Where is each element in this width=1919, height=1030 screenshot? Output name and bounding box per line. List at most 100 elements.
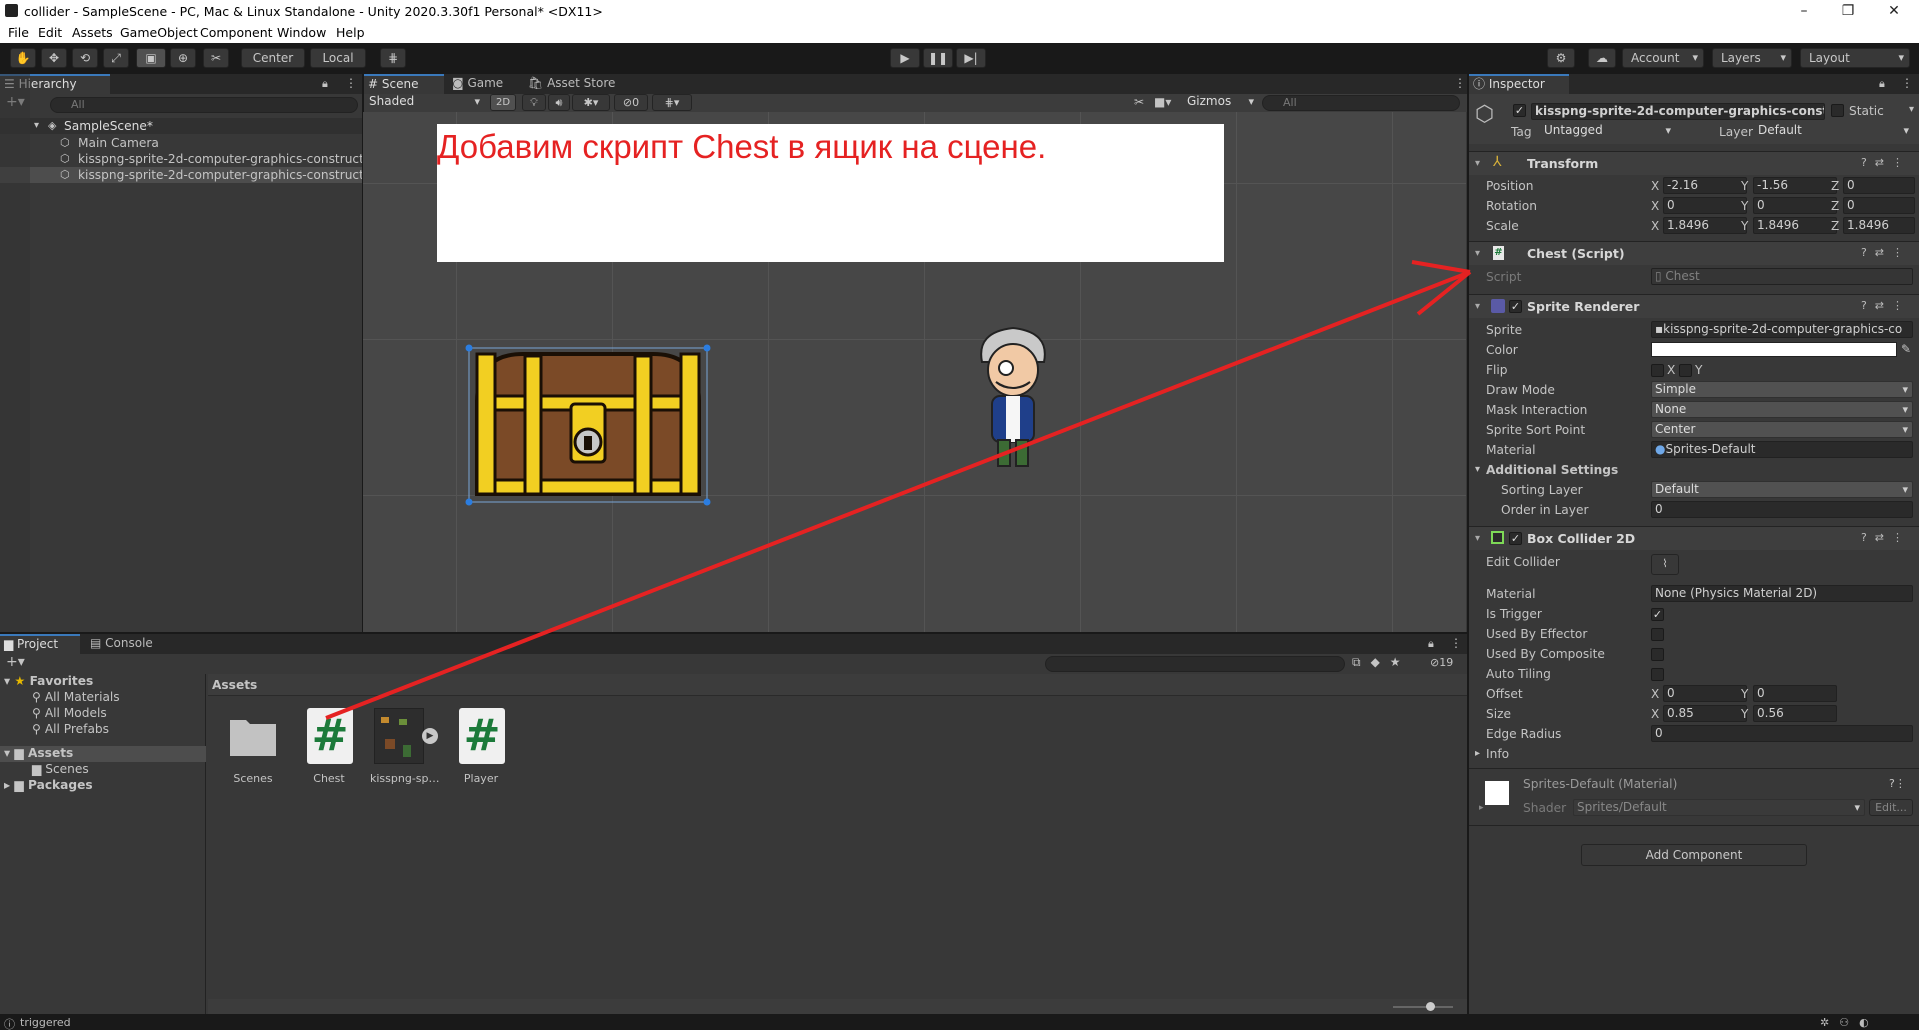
component-header-icons[interactable]: ?⇄⋮ [1861,299,1911,312]
minimize-button[interactable]: – [1782,0,1826,23]
scene-search-input[interactable]: All [1262,95,1460,111]
shader-dropdown[interactable]: Sprites/Default [1573,799,1865,816]
position-z-field[interactable]: 0 [1843,177,1915,194]
panel-menu-icon[interactable]: ⋮ [1901,76,1913,90]
list-item[interactable]: ⬡ kisspng-sprite-2d-computer-graphics-co… [0,151,362,167]
scene-viewport[interactable]: Добавим скрипт Chest в ящик на сцене. [363,112,1466,632]
rect-tool-icon[interactable]: ▣ [136,48,166,68]
panel-menu-icon[interactable]: ⋮ [1454,76,1466,90]
object-name-field[interactable]: kisspng-sprite-2d-computer-graphics-cons… [1531,103,1825,120]
asset-item[interactable]: ▶ kisspng-spr... [370,708,440,788]
position-y-field[interactable]: -1.56 [1753,177,1837,194]
component-header-icons[interactable]: ?⇄⋮ [1861,156,1911,169]
help-icon[interactable]: ?⋮ [1889,777,1906,790]
static-checkbox[interactable] [1831,104,1844,117]
rotation-x-field[interactable]: 0 [1663,197,1747,214]
toggle-2d-button[interactable]: 2D [490,94,516,111]
scale-z-field[interactable]: 1.8496 [1843,217,1915,234]
used-by-effector-checkbox[interactable] [1651,628,1664,641]
sprite-renderer-header[interactable]: ▾ ✓ Sprite Renderer ?⇄⋮ [1469,294,1919,318]
scale-x-field[interactable]: 1.8496 [1663,217,1747,234]
menu-component[interactable]: Component [200,25,273,40]
scale-tool-icon[interactable]: ⤢ [103,48,129,68]
favorite-item[interactable]: ⚲ All Materials [32,690,120,704]
menu-assets[interactable]: Assets [72,25,113,40]
list-item[interactable]: ⬡ Main Camera [0,135,362,151]
pivot-center-toggle[interactable]: Center [241,48,305,68]
edge-radius-field[interactable]: 0 [1651,725,1913,742]
filter-icons[interactable]: ⧉◆★ [1352,655,1411,670]
asset-item[interactable]: # Chest [294,708,364,788]
collab-icon[interactable]: ⚙ [1547,48,1575,68]
menu-help[interactable]: Help [336,25,365,40]
tab-game[interactable]: ◙ Game [448,74,524,94]
static-dropdown-icon[interactable]: ▾ [1909,104,1914,115]
rotation-y-field[interactable]: 0 [1753,197,1837,214]
panel-menu-icon[interactable]: ⋮ [1450,636,1462,650]
tab-console[interactable]: ▤ Console [86,634,166,654]
favorite-item[interactable]: ⚲ All Models [32,706,107,720]
lock-icon[interactable]: 🔒︎ [322,77,328,91]
component-header-icons[interactable]: ?⇄⋮ [1861,531,1911,544]
sprite-renderer-enabled-checkbox[interactable]: ✓ [1509,300,1522,313]
flip-x-checkbox[interactable] [1651,364,1664,377]
cloud-icon[interactable]: ☁ [1588,48,1616,68]
box-collider-header[interactable]: ▾ ✓ Box Collider 2D ?⇄⋮ [1469,526,1919,550]
favorites-row[interactable]: ▾ ★ Favorites [4,674,93,688]
box-collider-enabled-checkbox[interactable]: ✓ [1509,532,1522,545]
hidden-packages-toggle[interactable]: ⊘19 [1430,656,1453,669]
layer-dropdown[interactable]: Default [1755,123,1913,140]
shading-mode-dropdown[interactable]: Shaded [366,94,484,111]
zoom-slider-thumb[interactable] [1426,1002,1435,1011]
transform-tool-icon[interactable]: ⊕ [170,48,196,68]
chest-sprite[interactable] [463,344,713,510]
menu-window[interactable]: Window [277,25,326,40]
hand-tool-icon[interactable]: ✋ [10,48,36,68]
custom-tool-icon[interactable]: ✂ [203,48,229,68]
lighting-icon[interactable]: 💡︎ [522,94,546,111]
used-by-composite-checkbox[interactable] [1651,648,1664,661]
play-expand-icon[interactable]: ▶ [422,728,438,744]
gizmos-dropdown[interactable]: Gizmos [1184,94,1258,111]
tab-inspector[interactable]: ⓘ Inspector [1469,74,1569,94]
list-item-selected[interactable]: ⬡ kisspng-sprite-2d-computer-graphics-co… [0,167,362,183]
rotation-z-field[interactable]: 0 [1843,197,1915,214]
is-trigger-checkbox[interactable]: ✓ [1651,608,1664,621]
rotate-tool-icon[interactable]: ⟲ [72,48,98,68]
fold-icon[interactable]: ▸ [1479,803,1484,813]
info-row[interactable]: ▸ Info [1469,744,1919,764]
scene-row[interactable]: ▾ ◈ SampleScene* [0,118,362,134]
tag-dropdown[interactable]: Untagged [1541,123,1675,140]
menu-gameobject[interactable]: GameObject [120,25,198,40]
hierarchy-search-input[interactable]: All [50,97,358,113]
mask-dropdown[interactable]: None [1651,401,1913,418]
additional-settings-row[interactable]: ▾ Additional Settings [1469,460,1919,480]
account-dropdown[interactable]: Account [1622,48,1704,68]
tab-asset-store[interactable]: 🛍︎ Asset Store [524,74,634,94]
sort-point-dropdown[interactable]: Center [1651,421,1913,438]
audio-icon[interactable]: 🔊︎ [548,94,570,111]
effects-icon[interactable]: ✱▾ [572,94,610,111]
grid-toggle-icon[interactable]: ⋕▾ [652,94,692,111]
color-swatch[interactable] [1651,342,1897,357]
project-search-input[interactable] [1045,656,1345,672]
layout-dropdown[interactable]: Layout [1800,48,1910,68]
position-x-field[interactable]: -2.16 [1663,177,1747,194]
add-icon[interactable]: +▾ [6,654,25,670]
menu-file[interactable]: File [8,25,29,40]
lock-icon[interactable]: 🔒︎ [1428,637,1434,651]
tab-scene[interactable]: # Scene [364,74,444,94]
step-button[interactable]: ▶| [956,48,986,68]
close-button[interactable]: ✕ [1872,0,1916,23]
play-button[interactable]: ▶ [890,48,920,68]
offset-x-field[interactable]: 0 [1663,685,1747,702]
grid-snap-icon[interactable]: ⋕ [380,48,406,68]
hidden-objects-toggle[interactable]: ⊘0 [614,94,648,111]
player-sprite[interactable] [968,322,1058,482]
scale-y-field[interactable]: 1.8496 [1753,217,1837,234]
status-message[interactable]: triggered [20,1016,71,1029]
chest-script-header[interactable]: ▾ # Chest (Script) ?⇄⋮ [1469,241,1919,265]
sorting-layer-dropdown[interactable]: Default [1651,481,1913,498]
add-component-button[interactable]: Add Component [1581,844,1807,866]
material-field[interactable]: ●Sprites-Default [1651,441,1913,458]
